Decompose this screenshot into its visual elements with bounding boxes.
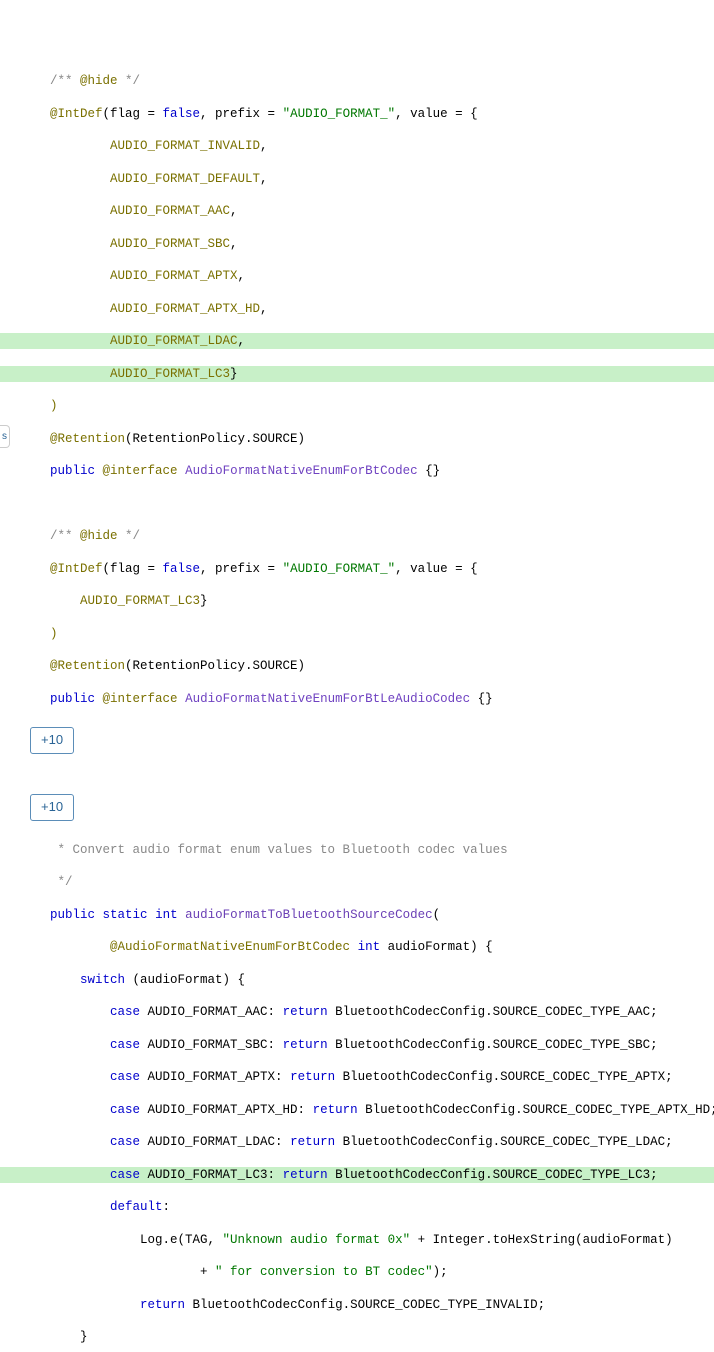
code-line: public @interface AudioFormatNativeEnumF… (0, 463, 714, 479)
code-line: AUDIO_FORMAT_DEFAULT, (0, 171, 714, 187)
code-line: case AUDIO_FORMAT_APTX: return Bluetooth… (0, 1069, 714, 1085)
code-line: AUDIO_FORMAT_APTX, (0, 268, 714, 284)
code-diff-view: /** @hide */ @IntDef(flag = false, prefi… (0, 57, 714, 1352)
code-line: ) (0, 626, 714, 642)
expand-button[interactable]: +10 (30, 794, 74, 821)
code-line: return BluetoothCodecConfig.SOURCE_CODEC… (0, 1297, 714, 1313)
code-line-highlighted: AUDIO_FORMAT_LDAC, (0, 333, 714, 349)
code-line (0, 496, 714, 512)
code-line: @IntDef(flag = false, prefix = "AUDIO_FO… (0, 106, 714, 122)
code-line-highlighted: AUDIO_FORMAT_LC3} (0, 366, 714, 382)
code-line: /** @hide */ (0, 73, 714, 89)
code-line: AUDIO_FORMAT_INVALID, (0, 138, 714, 154)
code-line: default: (0, 1199, 714, 1215)
code-line: switch (audioFormat) { (0, 972, 714, 988)
code-line: AUDIO_FORMAT_AAC, (0, 203, 714, 219)
code-line: /** @hide */ (0, 528, 714, 544)
code-line: + " for conversion to BT codec"); (0, 1264, 714, 1280)
code-line: */ (0, 874, 714, 890)
code-line: case AUDIO_FORMAT_LDAC: return Bluetooth… (0, 1134, 714, 1150)
code-line: @IntDef(flag = false, prefix = "AUDIO_FO… (0, 561, 714, 577)
code-line: Log.e(TAG, "Unknown audio format 0x" + I… (0, 1232, 714, 1248)
code-line: case AUDIO_FORMAT_APTX_HD: return Blueto… (0, 1102, 714, 1118)
side-tab[interactable]: s (0, 425, 10, 448)
code-line: @AudioFormatNativeEnumForBtCodec int aud… (0, 939, 714, 955)
expand-button[interactable]: +10 (30, 727, 74, 754)
code-line: } (0, 1329, 714, 1345)
code-line: AUDIO_FORMAT_APTX_HD, (0, 301, 714, 317)
code-line: ) (0, 398, 714, 414)
expand-row: +10 (0, 723, 714, 758)
code-line: case AUDIO_FORMAT_SBC: return BluetoothC… (0, 1037, 714, 1053)
code-line: case AUDIO_FORMAT_AAC: return BluetoothC… (0, 1004, 714, 1020)
expand-row: +10 (0, 790, 714, 825)
code-line: AUDIO_FORMAT_LC3} (0, 593, 714, 609)
code-line: AUDIO_FORMAT_SBC, (0, 236, 714, 252)
code-line: @Retention(RetentionPolicy.SOURCE) (0, 658, 714, 674)
code-line: public @interface AudioFormatNativeEnumF… (0, 691, 714, 707)
code-line: @Retention(RetentionPolicy.SOURCE) (0, 431, 714, 447)
code-line-highlighted: case AUDIO_FORMAT_LC3: return BluetoothC… (0, 1167, 714, 1183)
code-line: * Convert audio format enum values to Bl… (0, 842, 714, 858)
code-line: public static int audioFormatToBluetooth… (0, 907, 714, 923)
